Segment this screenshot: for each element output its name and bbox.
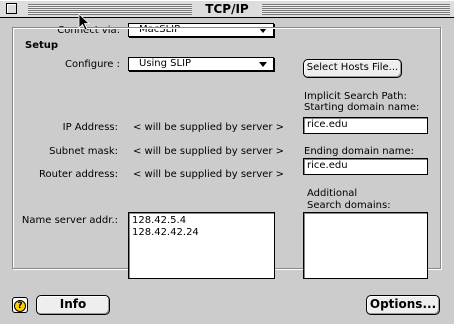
additional-label: Additional [307,188,358,199]
ip-address-value: < will be supplied by server > [133,122,285,133]
name-server-list[interactable]: 128.42.5.4 128.42.42.24 [128,212,275,279]
options-button[interactable]: Options... [366,295,440,315]
subnet-mask-label: Subnet mask: [49,146,118,157]
configure-value: Using SLIP [139,58,192,69]
mouse-cursor-icon [78,13,91,31]
additional-search-domains-list[interactable] [303,212,428,279]
list-item[interactable]: 128.42.42.24 [132,227,271,239]
router-address-label: Router address: [39,169,118,180]
ip-address-label: IP Address: [62,122,118,133]
configure-popup[interactable]: Using SLIP [128,57,274,71]
info-button[interactable]: Info [36,295,110,315]
window-title: TCP/IP [192,1,262,17]
starting-domain-label: Starting domain name: [304,102,420,113]
ending-domain-label: Ending domain name: [304,146,415,157]
starting-domain-field[interactable]: rice.edu [303,117,428,134]
help-icon[interactable]: ? [12,297,28,313]
search-domains-label: Search domains: [307,200,391,211]
chevron-down-icon [259,62,267,67]
setup-group-label: Setup [22,40,62,51]
list-item[interactable]: 128.42.5.4 [132,215,271,227]
configure-label: Configure : [64,59,120,70]
select-hosts-file-button[interactable]: Select Hosts File... [303,59,402,78]
name-server-label: Name server addr.: [21,215,118,226]
router-address-value: < will be supplied by server > [133,169,285,180]
ending-domain-field[interactable]: rice.edu [303,158,428,175]
close-box-icon[interactable] [6,3,17,14]
implicit-search-path-label: Implicit Search Path: [304,91,407,102]
subnet-mask-value: < will be supplied by server > [133,146,285,157]
